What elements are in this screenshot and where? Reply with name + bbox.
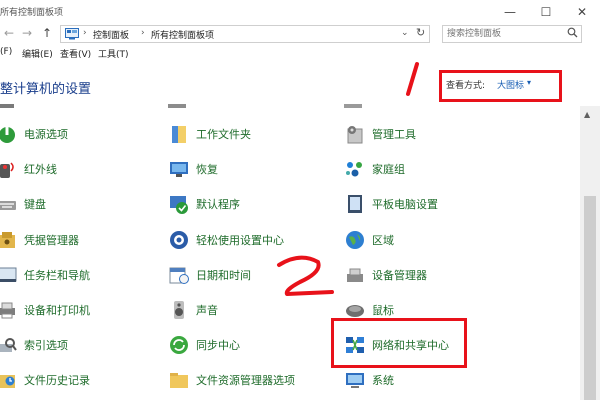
annotation-number-two [277,255,334,296]
annotation-strokes [277,62,419,296]
annotation-number-one [406,62,419,96]
